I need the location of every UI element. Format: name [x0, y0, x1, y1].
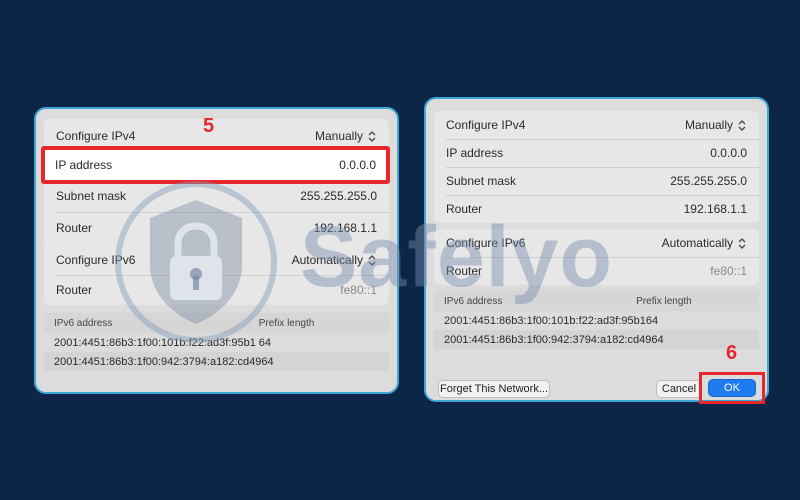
ok-button[interactable]: OK	[708, 379, 756, 397]
configure-ipv4-label: Configure IPv4	[56, 129, 136, 143]
configure-ipv6-label: Configure IPv6	[56, 253, 136, 267]
ip-address-input[interactable]: 0.0.0.0	[339, 158, 376, 172]
router-input[interactable]: 192.168.1.1	[684, 202, 747, 216]
table-row[interactable]: 2001:4451:86b3:1f00:942:3794:a182:cd49 6…	[434, 330, 759, 349]
configure-ipv4-row[interactable]: Configure IPv4 Manually	[434, 111, 759, 139]
prefix-length-cell: 64	[258, 336, 271, 349]
ipv6-address-cell: 2001:4451:86b3:1f00:942:3794:a182:cd49	[444, 333, 652, 346]
router6-value: fe80::1	[710, 264, 747, 278]
ipv6-address-cell: 2001:4451:86b3:1f00:942:3794:a182:cd49	[54, 355, 262, 368]
subnet-mask-row[interactable]: Subnet mask 255.255.255.0	[434, 167, 759, 195]
chevron-updown-icon	[368, 131, 376, 143]
cancel-button[interactable]: Cancel	[656, 380, 702, 398]
ip-address-row[interactable]: IP address 0.0.0.0	[434, 139, 759, 167]
prefix-length-header: Prefix length	[636, 295, 692, 307]
prefix-length-header: Prefix length	[258, 317, 315, 329]
prefix-length-cell: 64	[261, 355, 274, 368]
router-label: Router	[56, 221, 93, 235]
table-row[interactable]: 2001:4451:86b3:1f00:101b:f22:ad3f:95b1 6…	[44, 333, 389, 352]
configure-ipv6-select[interactable]: Automatically	[662, 236, 747, 250]
configure-ipv4-select[interactable]: Manually	[685, 118, 747, 132]
watermark-text: Safelyo	[300, 209, 613, 305]
subnet-mask-label: Subnet mask	[56, 189, 127, 203]
subnet-mask-value[interactable]: 255.255.255.0	[300, 189, 377, 203]
chevron-updown-icon	[738, 120, 746, 132]
ip-address-highlight[interactable]: IP address 0.0.0.0	[41, 146, 390, 184]
ip-address-input[interactable]: 0.0.0.0	[710, 146, 747, 160]
forget-network-button[interactable]: Forget This Network...	[438, 380, 550, 398]
ipv6-address-header: IPv6 address	[54, 317, 113, 329]
prefix-length-cell: 64	[645, 314, 659, 327]
configure-ipv4-select[interactable]: Manually	[315, 129, 377, 143]
table-row[interactable]: 2001:4451:86b3:1f00:942:3794:a182:cd49 6…	[44, 352, 389, 371]
router6-label: Router	[56, 283, 93, 297]
chevron-updown-icon	[738, 238, 746, 250]
ip-address-label: IP address	[446, 146, 504, 160]
step-number-6: 6	[726, 342, 738, 364]
ip-address-row[interactable]: IP address 0.0.0.0	[45, 151, 386, 179]
subnet-mask-label: Subnet mask	[446, 174, 517, 188]
subnet-mask-input[interactable]: 255.255.255.0	[670, 174, 747, 188]
ipv6-address-cell: 2001:4451:86b3:1f00:101b:f22:ad3f:95b1	[444, 314, 646, 327]
table-header: IPv6 address Prefix length	[44, 313, 389, 333]
configure-ipv4-label: Configure IPv4	[446, 118, 526, 132]
subnet-mask-row: Subnet mask 255.255.255.0	[44, 182, 389, 210]
step-number-5: 5	[203, 115, 215, 137]
ipv6-address-table: IPv6 address Prefix length 2001:4451:86b…	[44, 313, 389, 371]
ip-address-label: IP address	[55, 158, 113, 172]
table-row[interactable]: 2001:4451:86b3:1f00:101b:f22:ad3f:95b1 6…	[434, 311, 759, 330]
ipv6-address-cell: 2001:4451:86b3:1f00:101b:f22:ad3f:95b1	[54, 336, 256, 349]
ipv4-group: Configure IPv4 Manually IP address 0.0.0…	[434, 111, 759, 223]
